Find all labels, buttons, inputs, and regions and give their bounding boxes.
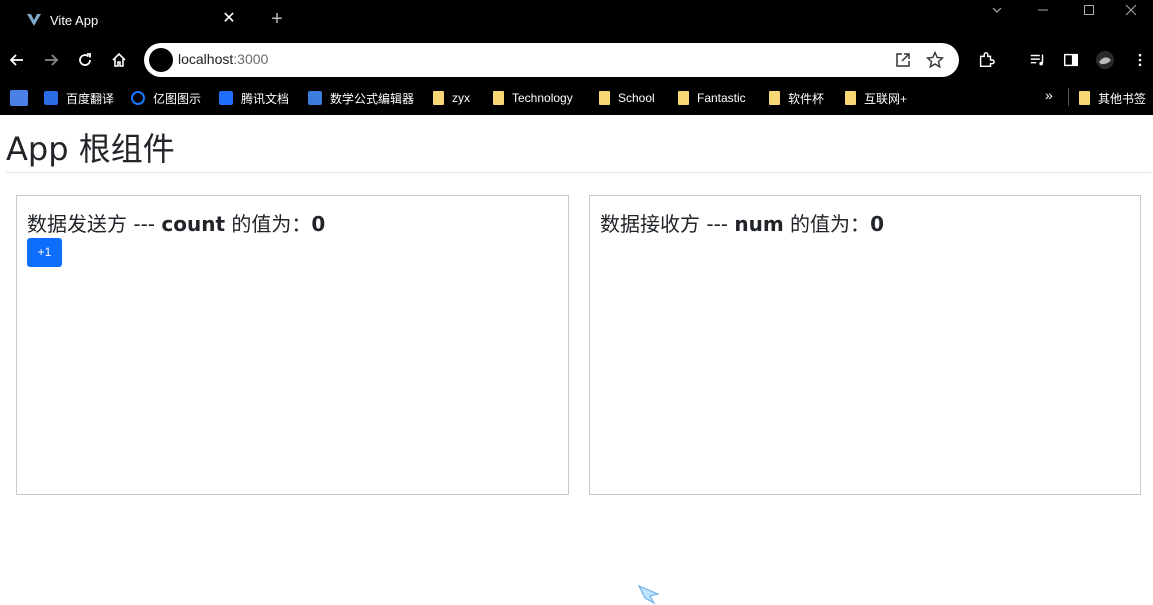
new-tab-button[interactable]: + [266, 9, 288, 31]
bookmark-label: Technology [512, 91, 573, 105]
minimize-icon[interactable] [1020, 0, 1066, 20]
address-bar[interactable]: localhost:3000 [144, 43, 959, 77]
extensions-icon[interactable] [976, 50, 996, 70]
tencent-docs-icon [219, 91, 233, 105]
page-title: App 根组件 [6, 130, 175, 168]
google-translate-bookmark[interactable] [10, 88, 36, 108]
sender-count-value: 0 [311, 212, 326, 236]
bookmark-label: School [618, 91, 655, 105]
site-info-icon[interactable] [149, 48, 173, 72]
bookmark-folder-school[interactable]: School [599, 88, 655, 108]
receiver-var-name: num [734, 212, 784, 236]
folder-icon [769, 91, 780, 105]
receiver-middle: 的值为： [783, 212, 871, 236]
bookmark-star-icon[interactable] [926, 51, 944, 69]
side-panel-icon[interactable] [1061, 50, 1081, 70]
back-arrow-icon[interactable] [5, 48, 29, 72]
bookmark-tencent-docs[interactable]: 腾讯文档 [219, 88, 289, 108]
receiver-num-value: 0 [870, 212, 884, 236]
sender-card: 数据发送方 --- count 的值为：0 +1 [16, 195, 569, 495]
url-host: localhost [178, 51, 234, 67]
divider [6, 172, 1151, 173]
google-translate-icon [10, 90, 28, 106]
bookmark-label: 数学公式编辑器 [330, 91, 415, 106]
bookmark-label: 亿图图示 [153, 91, 202, 106]
bookmarks-overflow-icon[interactable]: » [1045, 87, 1053, 103]
folder-icon [433, 91, 444, 105]
bookmark-formula-editor[interactable]: 数学公式编辑器 [308, 88, 414, 108]
increment-button[interactable]: +1 [27, 238, 62, 267]
edraw-icon [131, 91, 145, 105]
bookmark-baidu-translate[interactable]: 百度翻译 [44, 88, 114, 108]
reload-icon[interactable] [73, 48, 97, 72]
tab-search-icon[interactable] [974, 0, 1020, 20]
folder-icon [678, 91, 689, 105]
receiver-prefix: 数据接收方 --- [600, 212, 735, 236]
profile-avatar-icon[interactable] [1095, 50, 1115, 70]
tab-title: Vite App [50, 12, 99, 28]
home-icon[interactable] [107, 48, 131, 72]
bookmark-edraw[interactable]: 亿图图示 [131, 88, 201, 108]
bookmark-label: 其他书签 [1098, 91, 1147, 106]
sender-heading: 数据发送方 --- count 的值为：0 [27, 208, 325, 237]
address-url[interactable]: localhost:3000 [178, 51, 268, 67]
sender-var-name: count [161, 212, 226, 236]
cursor-arrow-icon [637, 584, 660, 605]
bookmark-label: 软件杯 [788, 91, 825, 106]
folder-icon [493, 91, 504, 105]
folder-icon [845, 91, 856, 105]
bookmark-folder-technology[interactable]: Technology [493, 88, 573, 108]
bookmark-folder-fantastic[interactable]: Fantastic [678, 88, 746, 108]
bookmark-label: zyx [452, 91, 470, 105]
bookmark-folder-internet-plus[interactable]: 互联网+ [845, 88, 907, 108]
window-close-icon[interactable] [1108, 0, 1153, 20]
browser-tab[interactable]: Vite App ✕ [10, 0, 248, 40]
bookmark-other[interactable]: 其他书签 [1079, 88, 1146, 108]
maximize-icon[interactable] [1066, 0, 1112, 20]
sender-middle: 的值为： [225, 212, 312, 236]
bookmark-folder-zyx[interactable]: zyx [433, 88, 470, 108]
bookmark-label: 互联网+ [864, 91, 908, 106]
bookmark-label: Fantastic [697, 91, 746, 105]
tab-strip: Vite App ✕ + [0, 0, 1153, 40]
forward-arrow-icon[interactable] [39, 48, 63, 72]
translate-icon [44, 91, 58, 105]
vite-logo-icon [27, 14, 41, 26]
folder-icon [1079, 91, 1090, 105]
bookmark-label: 腾讯文档 [241, 91, 290, 106]
share-icon[interactable] [894, 51, 912, 69]
url-port: :3000 [233, 51, 269, 67]
sender-prefix: 数据发送方 --- [27, 212, 162, 236]
folder-icon [599, 91, 610, 105]
formula-editor-icon [308, 91, 322, 105]
bookmarks-divider [1068, 88, 1069, 106]
bookmark-label: 百度翻译 [66, 91, 115, 106]
close-tab-icon[interactable]: ✕ [220, 11, 238, 29]
receiver-card: 数据接收方 --- num 的值为：0 [589, 195, 1141, 495]
bookmark-folder-ruanjianbei[interactable]: 软件杯 [769, 88, 824, 108]
receiver-heading: 数据接收方 --- num 的值为：0 [600, 208, 884, 237]
menu-kebab-icon[interactable] [1130, 50, 1150, 70]
media-control-icon[interactable] [1028, 50, 1048, 70]
bookmarks-bar: 百度翻译 亿图图示 腾讯文档 数学公式编辑器 zyx Technology Sc… [0, 80, 1153, 115]
